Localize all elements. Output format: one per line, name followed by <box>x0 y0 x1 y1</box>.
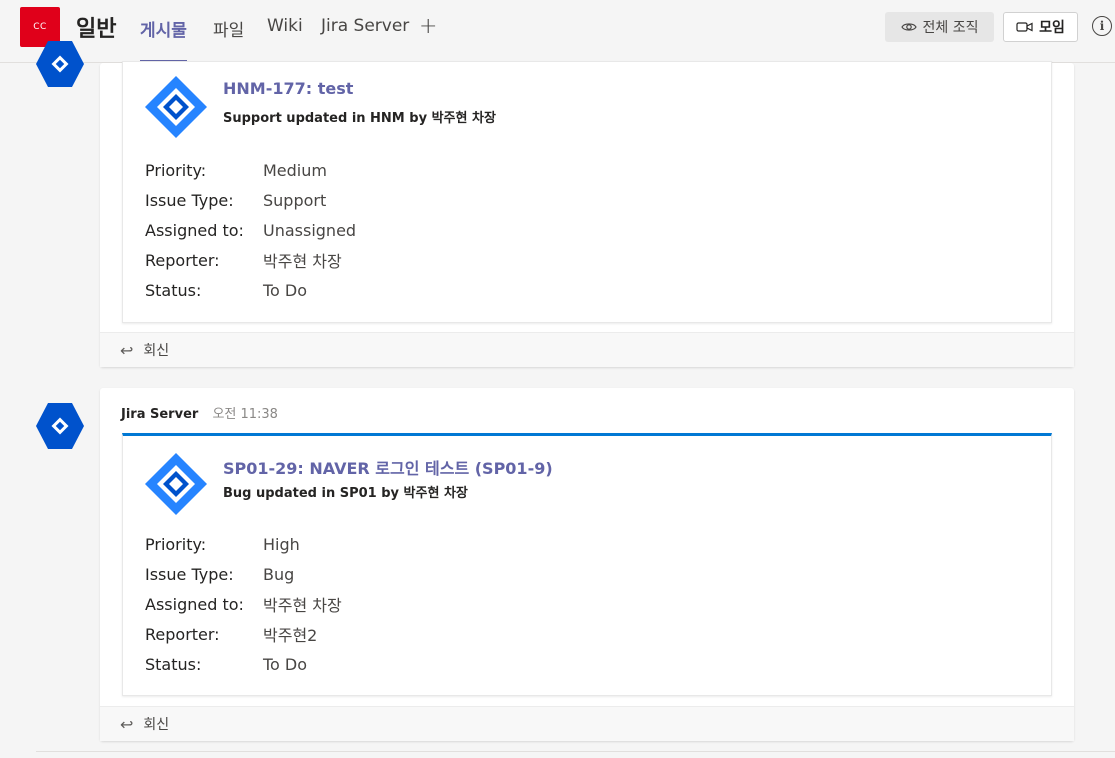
field-value: High <box>263 534 300 554</box>
field-label: Issue Type: <box>145 190 234 210</box>
field-row-assigned-to: Assigned to: Unassigned <box>145 215 356 245</box>
org-wide-button[interactable]: 전체 조직 <box>885 12 994 42</box>
tab-wiki[interactable]: Wiki <box>267 16 303 63</box>
field-value: Unassigned <box>263 220 357 240</box>
field-value: Support <box>263 190 327 210</box>
field-value: Medium <box>263 160 327 180</box>
reply-label: 회신 <box>143 343 170 359</box>
info-icon[interactable]: i <box>1092 16 1112 36</box>
field-row-issue-type: Issue Type: Bug <box>145 559 342 589</box>
issue-fields: Priority: High Issue Type: Bug Assigned … <box>145 529 342 679</box>
org-wide-label: 전체 조직 <box>922 20 979 36</box>
message-post: HNM-177: test Support updated in HNM by … <box>100 61 1074 367</box>
team-initials: CC <box>33 22 47 32</box>
field-value: 박주현 차장 <box>263 596 342 615</box>
issue-title-link[interactable]: SP01-29: NAVER 로그인 테스트 (SP01-9) <box>223 455 553 479</box>
jira-issue-card: SP01-29: NAVER 로그인 테스트 (SP01-9) Bug upda… <box>122 433 1052 696</box>
field-label: Status: <box>145 654 202 674</box>
field-label: Priority: <box>145 534 207 554</box>
field-value: To Do <box>263 654 308 674</box>
field-label: Priority: <box>145 160 207 180</box>
post-author[interactable]: Jira Server <box>121 407 198 422</box>
field-row-priority: Priority: High <box>145 529 342 559</box>
field-label: Reporter: <box>145 624 220 644</box>
reply-arrow-icon: ↩ <box>120 340 134 360</box>
tab-jira-server[interactable]: Jira Server <box>321 16 409 63</box>
field-row-status: Status: To Do <box>145 275 356 305</box>
post-timestamp: 오전 11:38 <box>212 407 278 422</box>
field-row-reporter: Reporter: 박주현2 <box>145 619 342 649</box>
reply-arrow-icon: ↩ <box>120 714 134 734</box>
field-value: 박주현2 <box>263 626 318 645</box>
tab-files[interactable]: 파일 <box>213 16 244 63</box>
meet-button[interactable]: 모임 <box>1003 12 1078 42</box>
field-value: 박주현 차장 <box>263 252 342 271</box>
issue-title-link[interactable]: HNM-177: test <box>223 79 353 98</box>
channel-header: CC 일반 게시물 파일 Wiki Jira Server + 전체 조직 모임… <box>0 0 1115 63</box>
jira-logo-icon <box>145 453 207 515</box>
plus-icon: + <box>419 14 438 39</box>
field-value: Bug <box>263 564 295 584</box>
eye-icon <box>900 23 917 31</box>
divider <box>36 751 1115 752</box>
info-glyph: i <box>1099 19 1105 33</box>
jira-issue-card: HNM-177: test Support updated in HNM by … <box>122 61 1052 323</box>
tab-posts[interactable]: 게시물 <box>140 16 187 63</box>
reply-label: 회신 <box>143 717 170 733</box>
video-camera-icon <box>1016 22 1033 32</box>
field-row-status: Status: To Do <box>145 649 342 679</box>
field-row-reporter: Reporter: 박주현 차장 <box>145 245 356 275</box>
jira-server-bot-icon[interactable] <box>34 400 86 452</box>
post-meta: Jira Server 오전 11:38 <box>121 403 278 422</box>
field-label: Reporter: <box>145 250 220 270</box>
field-row-priority: Priority: Medium <box>145 155 356 185</box>
issue-subtitle: Support updated in HNM by 박주현 차장 <box>223 111 496 126</box>
field-label: Status: <box>145 280 202 300</box>
issue-subtitle: Bug updated in SP01 by 박주현 차장 <box>223 486 468 501</box>
jira-logo-icon <box>145 76 207 138</box>
add-tab-button[interactable]: + <box>419 14 437 39</box>
meet-label: 모임 <box>1039 20 1065 36</box>
jira-server-bot-icon[interactable] <box>34 38 86 90</box>
field-label: Assigned to: <box>145 594 244 614</box>
reply-button[interactable]: ↩ 회신 <box>100 332 1074 367</box>
field-value: To Do <box>263 280 308 300</box>
field-label: Assigned to: <box>145 220 244 240</box>
field-label: Issue Type: <box>145 564 234 584</box>
reply-button[interactable]: ↩ 회신 <box>100 706 1074 741</box>
field-row-issue-type: Issue Type: Support <box>145 185 356 215</box>
issue-fields: Priority: Medium Issue Type: Support Ass… <box>145 155 356 305</box>
message-post: Jira Server 오전 11:38 SP01-29: NAVER 로그인 … <box>100 388 1074 741</box>
field-row-assigned-to: Assigned to: 박주현 차장 <box>145 589 342 619</box>
